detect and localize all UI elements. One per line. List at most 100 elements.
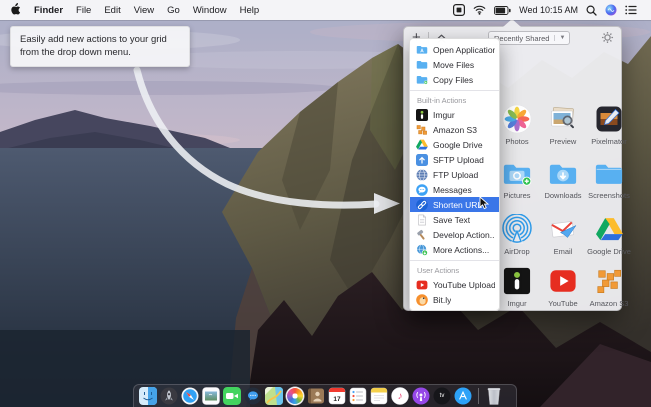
menu-item-messages[interactable]: Messages — [410, 182, 499, 197]
airdrop-icon — [502, 214, 532, 244]
apple-tv-icon[interactable]: tv — [433, 387, 451, 405]
dock-divider — [478, 388, 479, 404]
screenshots-folder-icon — [594, 158, 624, 188]
menubar-item-finder[interactable]: Finder — [34, 5, 63, 16]
grid-tile-google-drive[interactable]: Google Drive — [586, 214, 632, 266]
calendar-icon[interactable]: 17 — [328, 387, 346, 405]
tooltip-text: Easily add new actions to your grid from… — [20, 34, 167, 58]
apple-menu-icon[interactable] — [10, 2, 21, 18]
save-text-icon — [416, 214, 428, 226]
menu-item-open-application[interactable]: Open Application — [410, 42, 499, 57]
menubar-item-go[interactable]: Go — [167, 5, 180, 16]
notification-center-icon[interactable] — [625, 5, 637, 15]
grid-tile-email[interactable]: Email — [540, 214, 586, 266]
menu-item-youtube-uploader[interactable]: YouTube Uploader — [410, 277, 499, 292]
menu-item-develop-action[interactable]: Develop Action... — [410, 227, 499, 242]
menu-item-ftp-upload[interactable]: FTP Upload — [410, 167, 499, 182]
pixelmator-app-icon — [594, 104, 624, 134]
menubar-item-edit[interactable]: Edit — [104, 5, 120, 16]
messages-icon — [416, 184, 428, 196]
settings-button[interactable] — [601, 31, 614, 49]
music-icon[interactable]: ♪ — [391, 387, 409, 405]
amazon-s3-icon — [594, 266, 624, 296]
menu-item-copy-files[interactable]: Copy Files — [410, 72, 499, 87]
recently-shared-dropdown[interactable]: Recently Shared ▼ — [488, 31, 570, 45]
menubar-menus: Finder File Edit View Go Window Help — [0, 2, 259, 18]
mouse-cursor — [479, 196, 491, 215]
menu-separator — [410, 90, 499, 91]
add-action-menu: Open Application Move Files Copy Files B… — [409, 38, 500, 311]
builtin-actions-header: Built-in Actions — [410, 94, 499, 107]
grid-tile-pictures[interactable]: Pictures — [494, 158, 540, 214]
menu-item-google-drive[interactable]: Google Drive — [410, 137, 499, 152]
menubar-item-window[interactable]: Window — [193, 5, 227, 16]
google-drive-icon — [416, 139, 428, 151]
reminders-icon[interactable] — [349, 387, 367, 405]
grid-tile-youtube[interactable]: YouTube — [540, 266, 586, 324]
grid-tile-pixelmator[interactable]: Pixelmator — [586, 104, 632, 158]
more-actions-icon — [416, 244, 428, 256]
spotlight-search-icon[interactable] — [586, 5, 597, 16]
user-actions-header: User Actions — [410, 264, 499, 277]
menu-item-imgur[interactable]: Imgur — [410, 107, 499, 122]
menu-item-sftp-upload[interactable]: SFTP Upload — [410, 152, 499, 167]
youtube-uploader-icon — [416, 279, 428, 291]
imgur-icon — [502, 266, 532, 296]
notes-icon[interactable] — [370, 387, 388, 405]
menubar-clock[interactable]: Wed 10:15 AM — [519, 5, 578, 15]
menubar-item-view[interactable]: View — [134, 5, 154, 16]
dropshare-menubar-icon[interactable] — [453, 4, 465, 16]
wifi-icon[interactable] — [473, 5, 486, 15]
downloads-folder-icon — [548, 158, 578, 188]
menu-item-amazon-s3[interactable]: Amazon S3 — [410, 122, 499, 137]
shorten-url-icon — [416, 199, 428, 211]
menu-item-move-files[interactable]: Move Files — [410, 57, 499, 72]
messages-icon[interactable] — [244, 387, 262, 405]
menu-item-more-actions[interactable]: More Actions... — [410, 242, 499, 257]
menubar-item-help[interactable]: Help — [240, 5, 260, 16]
ftp-upload-icon — [416, 169, 428, 181]
develop-action-icon — [416, 229, 428, 241]
grid-tile-preview[interactable]: Preview — [540, 104, 586, 158]
tooltip-callout: Easily add new actions to your grid from… — [10, 26, 190, 67]
menu-separator — [410, 260, 499, 261]
preview-icon[interactable] — [202, 387, 220, 405]
grid-tile-amazon-s3[interactable]: Amazon S3 — [586, 266, 632, 324]
grid-tile-airdrop[interactable]: AirDrop — [494, 214, 540, 266]
youtube-icon — [548, 266, 578, 296]
caret-down-icon: ▼ — [554, 35, 569, 41]
bitly-icon — [416, 294, 428, 306]
grid-tile-imgur[interactable]: Imgur — [494, 266, 540, 324]
pictures-folder-icon — [502, 158, 532, 188]
safari-icon[interactable] — [181, 387, 199, 405]
grid-tile-photos[interactable]: Photos — [494, 104, 540, 158]
maps-icon[interactable] — [265, 387, 283, 405]
amazon-s3-icon — [416, 124, 428, 136]
sftp-upload-icon — [416, 154, 428, 166]
menu-item-bitly[interactable]: Bit.ly — [410, 292, 499, 307]
siri-icon[interactable] — [605, 4, 617, 16]
menubar-item-file[interactable]: File — [76, 5, 91, 16]
panel-notch — [503, 19, 521, 27]
facetime-icon[interactable] — [223, 387, 241, 405]
menubar: Finder File Edit View Go Window Help Wed… — [0, 0, 651, 20]
grid-tile-screenshots[interactable]: Screenshots — [586, 158, 632, 214]
photos-icon[interactable] — [286, 387, 304, 405]
app-store-icon[interactable] — [454, 387, 472, 405]
battery-icon[interactable] — [494, 6, 511, 15]
imgur-icon — [416, 109, 428, 121]
launchpad-icon[interactable] — [160, 387, 178, 405]
photos-app-icon — [502, 104, 532, 134]
move-files-icon — [416, 59, 428, 71]
grid-tile-downloads[interactable]: Downloads — [540, 158, 586, 214]
trash-icon[interactable] — [485, 387, 503, 405]
open-application-icon — [416, 44, 428, 56]
contacts-icon[interactable] — [307, 387, 325, 405]
destination-grid: Photos Preview Pixelmator Pictures Downl… — [494, 104, 632, 324]
email-icon — [548, 214, 578, 244]
google-drive-icon — [594, 214, 624, 244]
dock: 17 ♪ tv — [133, 384, 517, 407]
finder-icon[interactable] — [139, 387, 157, 405]
desktop-screen: Easily add new actions to your grid from… — [0, 0, 651, 407]
podcasts-icon[interactable] — [412, 387, 430, 405]
